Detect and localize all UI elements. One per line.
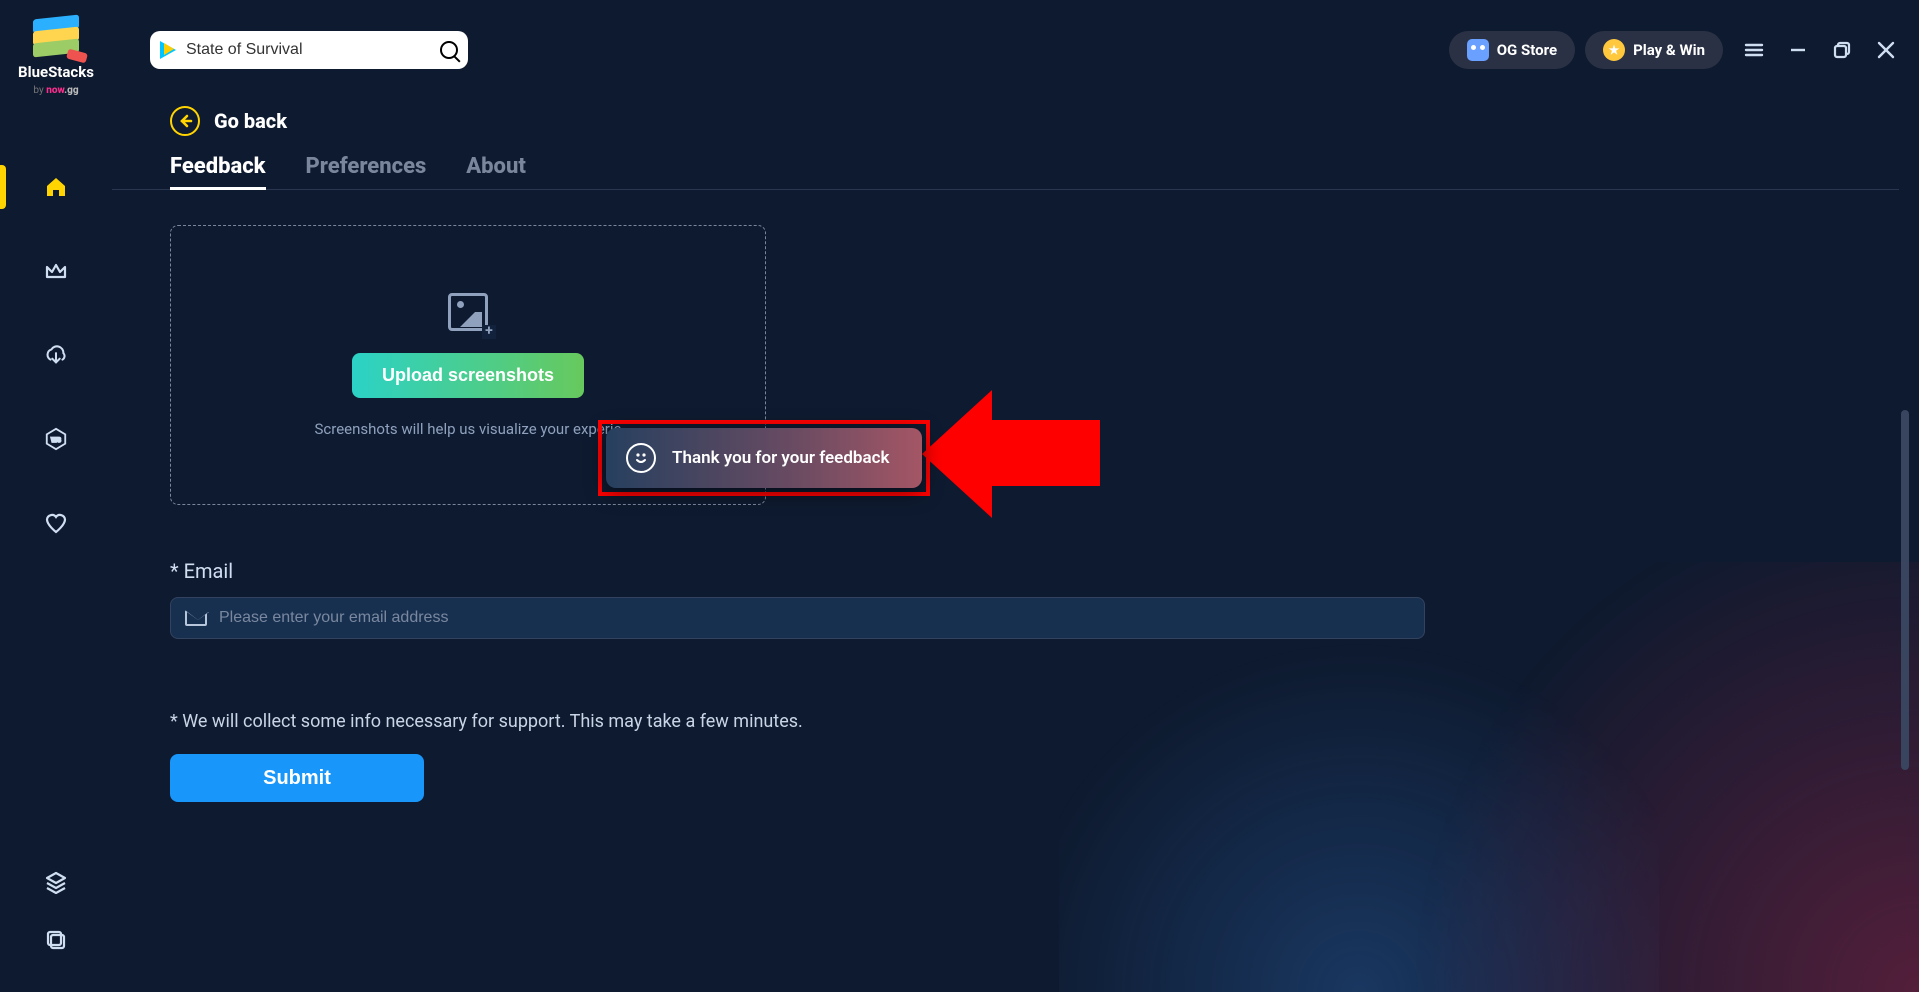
toast-text: Thank you for your feedback <box>672 448 889 468</box>
toast-highlight-box: Thank you for your feedback <box>598 420 930 496</box>
heart-icon <box>44 511 68 535</box>
smile-icon <box>626 443 656 473</box>
feedback-toast: Thank you for your feedback <box>606 428 922 488</box>
tab-about[interactable]: About <box>466 154 526 189</box>
tabs: Feedback Preferences About <box>112 154 1899 190</box>
menu-button[interactable] <box>1741 37 1767 63</box>
brand-logo[interactable]: BlueStacks by now.gg <box>0 5 112 96</box>
sidebar: W3 <box>0 100 112 992</box>
star-icon: ★ <box>1603 39 1625 61</box>
copy-icon[interactable] <box>44 928 68 952</box>
cloud-download-icon <box>44 343 68 367</box>
og-store-button[interactable]: OG Store <box>1449 31 1575 69</box>
main-panel: Go back Feedback Preferences About + Upl… <box>112 100 1899 972</box>
search-icon[interactable] <box>440 41 458 59</box>
play-store-icon <box>160 41 178 59</box>
sidebar-item-crown[interactable] <box>0 244 112 298</box>
hex-w3-icon: W3 <box>44 427 68 451</box>
submit-button[interactable]: Submit <box>170 754 424 802</box>
envelope-icon <box>185 610 207 626</box>
scrollbar[interactable] <box>1901 410 1909 770</box>
layers-icon[interactable] <box>44 870 68 894</box>
svg-text:W3: W3 <box>51 437 61 444</box>
search-input[interactable] <box>186 41 432 59</box>
close-button[interactable] <box>1873 37 1899 63</box>
brand-name: BlueStacks <box>18 63 94 81</box>
play-win-button[interactable]: ★ Play & Win <box>1585 31 1723 69</box>
home-icon <box>44 175 68 199</box>
upload-helper-text: Screenshots will help us visualize your … <box>315 420 622 438</box>
titlebar: BlueStacks by now.gg OG Store ★ Play & W… <box>0 0 1919 100</box>
email-input[interactable] <box>219 609 1410 627</box>
brand-subtitle: by now.gg <box>33 85 78 96</box>
crown-icon <box>44 259 68 283</box>
sidebar-item-favorites[interactable] <box>0 496 112 550</box>
sidebar-item-download[interactable] <box>0 328 112 382</box>
email-field-wrap[interactable] <box>170 597 1425 639</box>
sidebar-item-web3[interactable]: W3 <box>0 412 112 466</box>
robot-icon <box>1467 39 1489 61</box>
email-label: * Email <box>170 559 1841 583</box>
back-arrow-icon <box>170 106 200 136</box>
feedback-content: + Upload screenshots Screenshots will he… <box>112 200 1899 972</box>
search-bar[interactable] <box>150 31 468 69</box>
minimize-button[interactable] <box>1785 37 1811 63</box>
go-back-row[interactable]: Go back <box>112 100 1899 154</box>
go-back-label: Go back <box>214 109 287 133</box>
tab-preferences[interactable]: Preferences <box>306 154 427 189</box>
disclaimer-text: * We will collect some info necessary fo… <box>170 711 1841 732</box>
bluestacks-logo-icon <box>33 17 79 59</box>
og-store-label: OG Store <box>1497 41 1557 59</box>
upload-screenshots-button[interactable]: Upload screenshots <box>352 353 584 398</box>
play-win-label: Play & Win <box>1633 41 1705 59</box>
tab-feedback[interactable]: Feedback <box>170 154 266 189</box>
maximize-button[interactable] <box>1829 37 1855 63</box>
titlebar-right: OG Store ★ Play & Win <box>1449 31 1919 69</box>
sidebar-item-home[interactable] <box>0 160 112 214</box>
